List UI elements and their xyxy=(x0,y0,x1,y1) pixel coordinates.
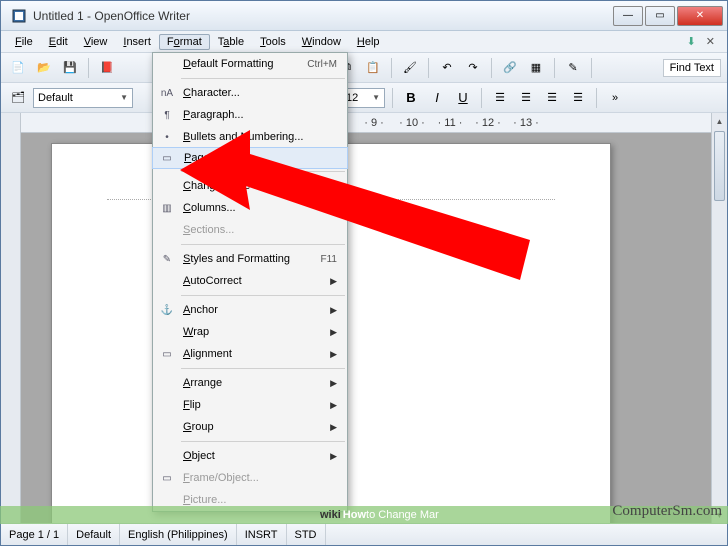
paragraph-style-dropdown[interactable]: Default▼ xyxy=(33,88,133,108)
save-icon[interactable]: 💾 xyxy=(59,57,81,79)
titlebar: Untitled 1 - OpenOffice Writer — ▭ ✕ xyxy=(1,1,727,31)
status-insert[interactable]: INSRT xyxy=(237,524,287,545)
menu-table[interactable]: Table xyxy=(210,34,252,50)
minimize-button[interactable]: — xyxy=(613,6,643,26)
status-std[interactable]: STD xyxy=(287,524,326,545)
app-window: Untitled 1 - OpenOffice Writer — ▭ ✕ Fil… xyxy=(0,0,728,546)
status-language[interactable]: English (Philippines) xyxy=(120,524,237,545)
menu-item-wrap[interactable]: Wrap▶ xyxy=(153,321,347,343)
menu-tools[interactable]: Tools xyxy=(252,34,294,50)
app-icon xyxy=(11,8,27,24)
styles-icon[interactable]: 🗂 xyxy=(7,87,29,109)
scroll-thumb[interactable] xyxy=(714,131,725,201)
paragraph-style-value: Default xyxy=(38,92,73,104)
new-icon[interactable]: 📄 xyxy=(7,57,29,79)
toolbar-overflow-icon[interactable]: » xyxy=(604,87,626,109)
document-viewport[interactable]: · 6 ·· 7 ·· 8 ·· 9 ·· 10 ·· 11 ·· 12 ·· … xyxy=(21,113,711,523)
paste-icon[interactable]: 📋 xyxy=(362,57,384,79)
menu-item-flip[interactable]: Flip▶ xyxy=(153,394,347,416)
standard-toolbar: 📄 📂 💾 📕 ⧉ 📋 🖌 ↶ ↷ 🔗 ▦ ✎ Find Text xyxy=(1,53,727,83)
watermark-text: ComputerSm.com xyxy=(612,503,722,520)
menu-help[interactable]: Help xyxy=(349,34,388,50)
menu-item-change-case[interactable]: Change Case▶ xyxy=(153,175,347,197)
vertical-ruler xyxy=(1,113,21,523)
wikihow-how: How xyxy=(343,509,366,521)
menu-item-styles-and-formatting[interactable]: ✎Styles and FormattingF11 xyxy=(153,248,347,270)
menu-item-default-formatting[interactable]: Default FormattingCtrl+M xyxy=(153,53,347,75)
scroll-up-icon[interactable]: ▲ xyxy=(712,113,727,129)
update-icon[interactable]: ⬇ xyxy=(687,35,696,48)
menu-item-object[interactable]: Object▶ xyxy=(153,445,347,467)
menu-item-group[interactable]: Group▶ xyxy=(153,416,347,438)
paintbrush-icon[interactable]: 🖌 xyxy=(399,57,421,79)
menu-item-character[interactable]: nACharacter... xyxy=(153,82,347,104)
align-center-icon[interactable]: ☰ xyxy=(515,87,537,109)
statusbar: Page 1 / 1 Default English (Philippines)… xyxy=(1,523,727,545)
wikihow-rest: to Change Mar xyxy=(366,509,439,521)
menu-item-columns[interactable]: ▥Columns... xyxy=(153,197,347,219)
menu-item-autocorrect[interactable]: AutoCorrect▶ xyxy=(153,270,347,292)
open-icon[interactable]: 📂 xyxy=(33,57,55,79)
hyperlink-icon[interactable]: 🔗 xyxy=(499,57,521,79)
formatting-toolbar: 🗂 Default▼ 12▼ B I U ☰ ☰ ☰ ☰ » xyxy=(1,83,727,113)
status-page: Page 1 / 1 xyxy=(1,524,68,545)
menu-edit[interactable]: Edit xyxy=(41,34,76,50)
menu-item-page[interactable]: ▭Page... xyxy=(152,147,348,169)
italic-button[interactable]: I xyxy=(426,87,448,109)
export-pdf-icon[interactable]: 📕 xyxy=(96,57,118,79)
menu-item-frame-object: ▭Frame/Object... xyxy=(153,467,347,489)
window-title: Untitled 1 - OpenOffice Writer xyxy=(33,9,611,23)
align-left-icon[interactable]: ☰ xyxy=(489,87,511,109)
vertical-scrollbar[interactable]: ▲ ▼ xyxy=(711,113,727,523)
menu-item-sections: Sections... xyxy=(153,219,347,241)
menu-format[interactable]: Format xyxy=(159,34,210,50)
menu-item-bullets-and-numbering[interactable]: •Bullets and Numbering... xyxy=(153,126,347,148)
close-button[interactable]: ✕ xyxy=(677,6,723,26)
menu-item-anchor[interactable]: ⚓Anchor▶ xyxy=(153,299,347,321)
format-menu-dropdown: Default FormattingCtrl+M nACharacter...¶P… xyxy=(152,52,348,512)
menu-view[interactable]: View xyxy=(76,34,116,50)
status-style[interactable]: Default xyxy=(68,524,120,545)
menubar: File Edit View Insert Format Table Tools… xyxy=(1,31,727,53)
menu-item-paragraph[interactable]: ¶Paragraph... xyxy=(153,104,347,126)
wikihow-prefix: wiki xyxy=(320,509,341,521)
horizontal-ruler: · 6 ·· 7 ·· 8 ·· 9 ·· 10 ·· 11 ·· 12 ·· … xyxy=(21,113,711,133)
underline-button[interactable]: U xyxy=(452,87,474,109)
bold-button[interactable]: B xyxy=(400,87,422,109)
document-area: · 6 ·· 7 ·· 8 ·· 9 ·· 10 ·· 11 ·· 12 ·· … xyxy=(1,113,727,523)
close-doc-icon[interactable]: ✕ xyxy=(706,35,715,48)
maximize-button[interactable]: ▭ xyxy=(645,6,675,26)
find-text-button[interactable]: Find Text xyxy=(663,59,721,77)
undo-icon[interactable]: ↶ xyxy=(436,57,458,79)
draw-icon[interactable]: ✎ xyxy=(562,57,584,79)
menu-item-alignment[interactable]: ▭Alignment▶ xyxy=(153,343,347,365)
align-justify-icon[interactable]: ☰ xyxy=(567,87,589,109)
menu-insert[interactable]: Insert xyxy=(115,34,159,50)
menu-item-arrange[interactable]: Arrange▶ xyxy=(153,372,347,394)
menu-window[interactable]: Window xyxy=(294,34,349,50)
table-icon[interactable]: ▦ xyxy=(525,57,547,79)
menu-file[interactable]: File xyxy=(7,34,41,50)
redo-icon[interactable]: ↷ xyxy=(462,57,484,79)
align-right-icon[interactable]: ☰ xyxy=(541,87,563,109)
